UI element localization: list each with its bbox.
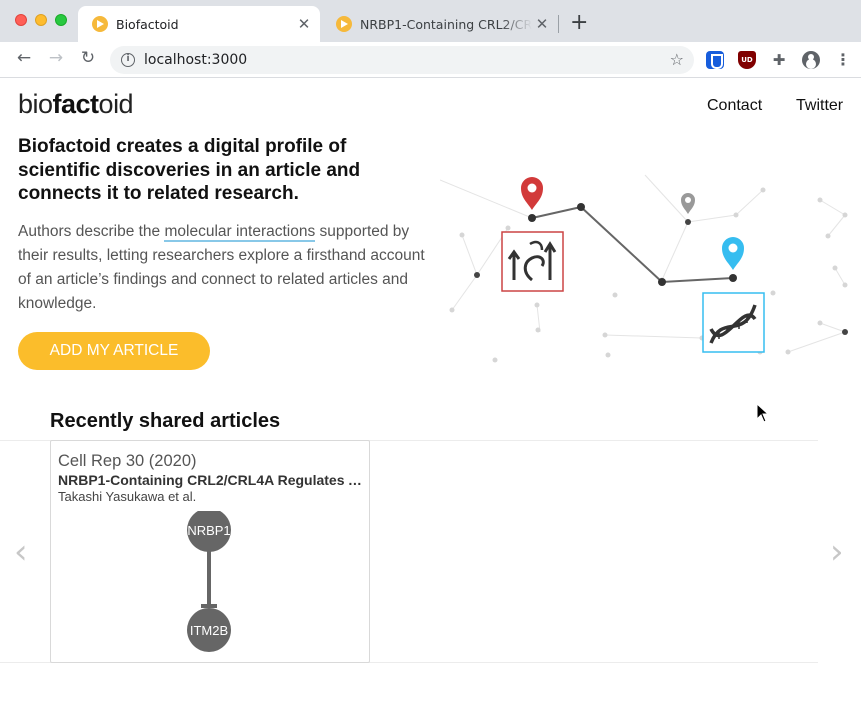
mouse-cursor-icon	[756, 403, 770, 423]
tab-biofactoid[interactable]: Biofactoid ✕	[78, 6, 320, 42]
browser-toolbar: ← → ↻ i localhost:3000 ☆ UD ✚ ⋮	[0, 42, 861, 78]
article-title: NRBP1-Containing CRL2/CRL4A Regulates Am…	[58, 472, 362, 488]
logo-part: oid	[98, 89, 134, 119]
tab-article[interactable]: NRBP1-Containing CRL2/CRL4A Regulates ✕	[322, 6, 558, 42]
profile-icon[interactable]	[802, 51, 820, 69]
star-icon[interactable]: ☆	[670, 50, 684, 69]
dna-icon	[702, 292, 765, 353]
biofactoid-favicon-icon	[92, 16, 108, 32]
minimize-window-button[interactable]	[35, 14, 47, 26]
menu-icon[interactable]: ⋮	[834, 51, 852, 69]
network-illustration	[440, 174, 848, 363]
ublock-icon[interactable]: UD	[738, 51, 756, 69]
close-window-button[interactable]	[15, 14, 27, 26]
maximize-window-button[interactable]	[55, 14, 67, 26]
add-my-article-button[interactable]: ADD MY ARTICLE	[18, 332, 210, 370]
contact-link[interactable]: Contact	[707, 97, 762, 115]
back-icon[interactable]: ←	[13, 48, 35, 68]
carousel-prev-icon[interactable]: ‹	[14, 535, 28, 569]
carousel-next-icon[interactable]: ›	[830, 535, 844, 569]
map-pin-red-icon	[521, 177, 543, 210]
map-pin-grey-icon	[681, 193, 695, 214]
map-pin-blue-icon	[722, 237, 744, 270]
graph-node-label: NRBP1	[187, 523, 230, 538]
browser-tabstrip: Biofactoid ✕ NRBP1-Containing CRL2/CRL4A…	[0, 0, 861, 42]
biofactoid-favicon-icon	[336, 16, 352, 32]
article-card[interactable]: Cell Rep 30 (2020) NRBP1-Containing CRL2…	[50, 440, 370, 663]
article-authors: Takashi Yasukawa et al.	[58, 489, 197, 504]
close-tab-icon[interactable]: ✕	[294, 15, 314, 33]
molecular-interactions-link[interactable]: molecular interactions	[164, 223, 316, 242]
logo-part: bio	[18, 89, 53, 119]
new-tab-button[interactable]: +	[570, 11, 588, 35]
reload-icon[interactable]: ↻	[77, 48, 99, 68]
tab-title: Biofactoid	[116, 16, 179, 32]
forward-icon[interactable]: →	[45, 48, 67, 68]
twitter-link[interactable]: Twitter	[796, 97, 843, 115]
tab-divider	[558, 15, 559, 33]
url-text[interactable]: localhost:3000	[144, 52, 247, 68]
extensions-icon[interactable]: ✚	[770, 51, 788, 69]
close-tab-icon[interactable]: ✕	[532, 15, 552, 33]
graph-node-label: ITM2B	[190, 623, 228, 638]
hero-description: Authors describe the molecular interacti…	[18, 220, 438, 316]
article-journal: Cell Rep 30 (2020)	[58, 452, 197, 470]
desc-text: Authors describe the	[18, 223, 165, 240]
hero-headline: Biofactoid creates a digital profile of …	[18, 136, 361, 204]
bitwarden-icon[interactable]	[706, 51, 724, 69]
biofactoid-logo[interactable]: biofactoid	[18, 89, 134, 120]
interaction-graph: NRBP1 ITM2B	[187, 511, 231, 652]
address-bar[interactable]: i localhost:3000 ☆	[110, 46, 694, 74]
logo-part: fact	[52, 89, 100, 119]
recent-articles-heading: Recently shared articles	[50, 410, 281, 432]
info-icon[interactable]: i	[121, 53, 135, 67]
pathway-icon	[501, 231, 564, 292]
tab-title: NRBP1-Containing CRL2/CRL4A Regulates	[360, 16, 532, 32]
